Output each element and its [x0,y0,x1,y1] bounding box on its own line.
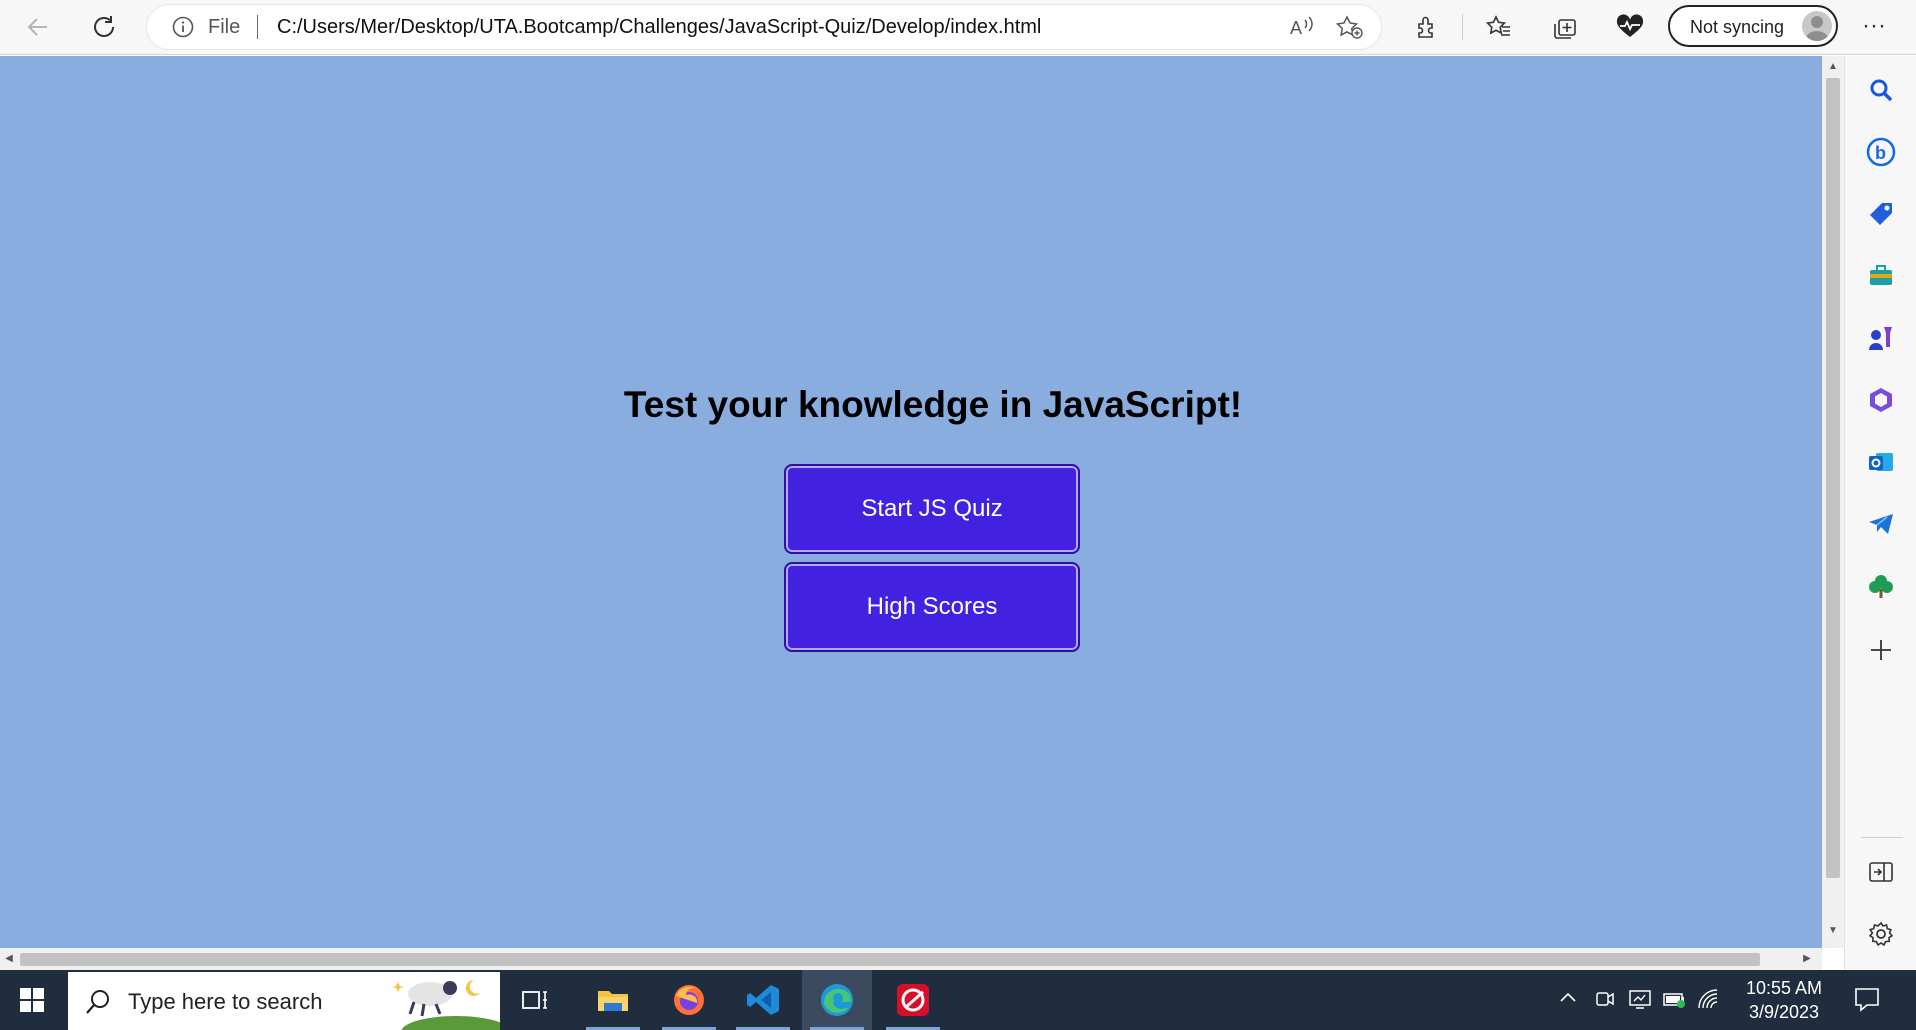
edge-icon[interactable] [802,970,872,1030]
office-icon[interactable] [1863,382,1899,418]
add-icon[interactable] [1863,632,1899,668]
high-scores-button[interactable]: High Scores [784,562,1080,652]
edge-sidebar: b [1844,56,1916,970]
scroll-left-icon[interactable]: ◀ [2,952,16,966]
meet-now-icon[interactable] [1594,988,1616,1015]
bing-icon[interactable]: b [1863,134,1899,170]
settings-icon[interactable] [1863,916,1899,952]
collections-icon[interactable] [1543,6,1587,48]
page-title: Test your knowledge in JavaScript! [623,384,1243,425]
scroll-down-icon[interactable]: ▼ [1826,924,1840,938]
battery-icon[interactable] [1662,988,1688,1015]
browser-toolbar: File C:/Users/Mer/Desktop/UTA.Bootcamp/C… [0,0,1916,55]
horizontal-scroll-thumb[interactable] [20,953,1760,966]
vertical-scroll-thumb[interactable] [1826,78,1840,878]
windows-start-icon[interactable] [0,970,64,1030]
firefox-icon[interactable] [654,970,724,1030]
add-favorite-icon[interactable] [1334,14,1366,40]
split-screen-icon[interactable] [1863,854,1899,890]
telegram-icon[interactable] [1863,506,1899,542]
clock-time: 10:55 AM [1745,978,1823,998]
svg-text:b: b [1875,143,1886,163]
back-icon[interactable] [16,6,60,48]
tools-icon[interactable] [1863,258,1899,294]
more-icon[interactable]: ··· [1852,6,1896,48]
url-text[interactable]: C:/Users/Mer/Desktop/UTA.Bootcamp/Challe… [277,16,1041,39]
start-quiz-button[interactable]: Start JS Quiz [784,464,1080,554]
address-bar[interactable]: File C:/Users/Mer/Desktop/UTA.Bootcamp/C… [146,4,1382,50]
search-glass-icon [86,990,109,1014]
tree-icon[interactable] [1863,568,1899,604]
clock-date: 3/9/2023 [1748,1002,1820,1022]
sync-label: Not syncing [1690,17,1785,37]
toolbar-separator [1462,14,1463,40]
windows-taskbar: Type here to search 10:55 AM 3/9/2023 [0,970,1916,1030]
sidebar-separator [1861,837,1903,838]
avatar [1802,11,1832,41]
search-placeholder: Type here to search [128,989,323,1014]
outlook-icon[interactable] [1863,444,1899,480]
show-hidden-icons-icon[interactable] [1558,988,1578,1013]
shopping-icon[interactable] [1863,196,1899,232]
scroll-up-icon[interactable]: ▲ [1826,60,1840,74]
task-view-icon[interactable] [500,970,570,1030]
display-icon[interactable] [1628,988,1652,1015]
trend-micro-icon[interactable] [878,970,948,1030]
scheme-label: File [208,16,241,38]
wifi-icon[interactable] [1696,988,1720,1015]
search-highlight-illustration-icon [384,972,500,1030]
vscode-icon[interactable] [728,970,798,1030]
vertical-scrollbar[interactable]: ▲ ▼ [1822,56,1844,948]
favorites-icon[interactable] [1477,6,1521,48]
refresh-icon[interactable] [82,6,126,48]
games-icon[interactable] [1863,320,1899,356]
extensions-icon[interactable] [1404,6,1448,48]
file-explorer-icon[interactable] [578,970,648,1030]
horizontal-scrollbar[interactable]: ◀ ▶ [0,948,1822,970]
info-icon[interactable] [172,16,194,38]
svg-text:A: A [1290,18,1302,38]
read-aloud-icon[interactable]: A [1284,14,1324,40]
notifications-icon[interactable] [1852,984,1882,1014]
taskbar-search-box[interactable]: Type here to search [68,972,500,1030]
search-icon[interactable] [1863,72,1899,108]
address-separator [257,15,258,39]
system-clock[interactable]: 10:55 AM 3/9/2023 [1732,976,1836,1024]
browser-essentials-icon[interactable] [1608,6,1652,48]
sync-profile-button[interactable]: Not syncing [1668,5,1838,47]
page-viewport: Test your knowledge in JavaScript! Start… [0,56,1822,948]
scroll-right-icon[interactable]: ▶ [1800,952,1814,966]
